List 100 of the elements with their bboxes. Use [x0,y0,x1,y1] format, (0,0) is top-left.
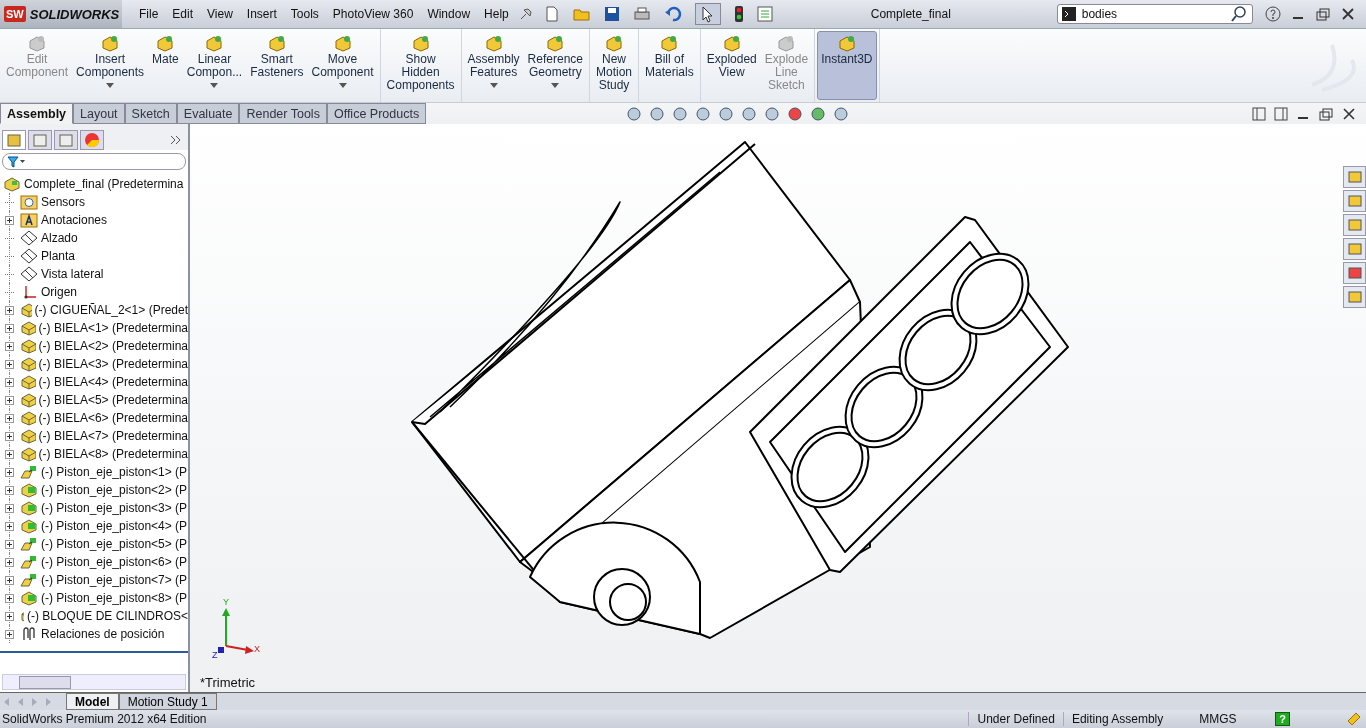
expand-icon[interactable] [5,468,14,477]
tree-item[interactable]: (-) Piston_eje_piston<4> (P [41,519,188,533]
tree-item[interactable]: Origen [41,285,78,299]
tree-item[interactable]: (-) BIELA<4> (Predetermina [38,375,188,389]
tree-item[interactable]: (-) BIELA<6> (Predetermina [38,411,188,425]
expand-icon[interactable] [5,504,14,513]
filter-field[interactable] [2,153,186,170]
tile-icon[interactable] [1252,106,1266,121]
toolbar-button[interactable]: Assembly Features [463,31,524,100]
tab[interactable]: Office Products [326,103,427,124]
toolbar-button[interactable]: Insert Components [72,31,149,100]
expand-icon[interactable] [5,396,14,405]
menu-item[interactable]: Edit [165,7,201,21]
task-pane-button[interactable] [1343,190,1366,212]
toolbar-button[interactable]: Reference Geometry [523,31,587,100]
toolbar-button[interactable]: Move Component [307,31,378,100]
dropdown-arrow-icon[interactable] [551,83,560,88]
task-pane-button[interactable] [1343,166,1366,188]
tab[interactable]: Evaluate [176,103,240,124]
tree-item[interactable]: (-) BIELA<5> (Predetermina [38,393,188,407]
new-document-icon[interactable] [543,6,560,22]
toolbar-button[interactable]: New Motion Study [592,31,636,100]
menu-item[interactable]: Insert [239,7,284,21]
expand-icon[interactable] [5,540,14,549]
menu-item[interactable]: Window [420,7,478,21]
menu-item[interactable]: File [132,7,166,21]
panel-tab[interactable] [2,130,26,150]
menu-item[interactable]: PhotoView 360 [325,7,421,21]
expand-icon[interactable] [5,342,14,351]
expand-icon[interactable] [5,360,14,369]
dropdown-arrow-icon[interactable] [106,83,115,88]
sheet-tab[interactable]: Motion Study 1 [118,693,217,710]
menu-item[interactable]: View [200,7,240,21]
tab[interactable]: Sketch [124,103,177,124]
tree-item[interactable]: (-) CIGUEÑAL_2<1> (Predet [34,303,188,317]
menu-item[interactable]: Help [477,7,516,21]
expand-icon[interactable] [5,612,14,621]
toolbar-button[interactable]: Mate [148,31,183,100]
dropdown-arrow-icon[interactable] [338,83,347,88]
expand-icon[interactable] [5,558,14,567]
tree-item[interactable]: (-) Piston_eje_piston<8> (P [41,591,188,605]
save-icon[interactable] [603,6,620,22]
dropdown-arrow-icon[interactable] [210,83,219,88]
search-field[interactable]: bodies [1056,4,1253,24]
expand-icon[interactable] [5,414,14,423]
tab[interactable]: Render Tools [239,103,327,124]
expand-icon[interactable] [5,324,14,333]
dropdown-arrow-icon[interactable] [489,83,498,88]
tree-item[interactable]: (-) Piston_eje_piston<3> (P [41,501,188,515]
tree-item[interactable]: (-) Piston_eje_piston<1> (P [41,465,188,479]
tree-item[interactable]: (-) BIELA<8> (Predetermina [38,447,188,461]
expand-icon[interactable] [5,522,14,531]
tree-item[interactable]: (-) BIELA<7> (Predetermina [38,429,188,443]
undo-icon[interactable] [663,6,682,22]
expand-icon[interactable] [5,378,14,387]
toolbar-button[interactable]: Smart Fasteners [246,31,308,100]
tree-item[interactable]: (-) Piston_eje_piston<2> (P [41,483,188,497]
task-pane-button[interactable] [1343,286,1366,308]
tree-item[interactable]: (-) BIELA<1> (Predetermina [38,321,188,335]
close-icon[interactable] [1340,7,1355,21]
cursor-icon[interactable] [694,3,721,25]
task-pane-button[interactable] [1343,262,1366,284]
units-selector[interactable]: MMGS [1191,712,1264,726]
task-pane-button[interactable] [1343,238,1366,260]
expand-chevron-icon[interactable] [170,135,182,145]
expand-icon[interactable] [5,306,14,315]
tree-item[interactable]: (-) BIELA<2> (Predetermina [38,339,188,353]
expand-icon[interactable] [5,432,14,441]
tree-item[interactable]: Sensors [41,195,86,209]
tree-item[interactable]: (-) BLOQUE DE CILINDROS< [26,609,188,623]
expand-icon[interactable] [5,630,14,639]
tree-item[interactable]: (-) BIELA<3> (Predetermina [38,357,188,371]
toolbar-button[interactable]: Show Hidden Components [382,31,459,100]
sheet-tab[interactable]: Model [66,693,119,710]
toolbar-button[interactable]: Linear Compon... [182,31,247,100]
options-list-icon[interactable] [756,6,775,22]
tree-item[interactable]: Planta [41,249,76,263]
horizontal-scrollbar[interactable] [2,674,186,690]
restore-icon[interactable] [1314,7,1331,21]
tree-item[interactable]: Alzado [41,231,78,245]
search-icon[interactable] [1229,5,1248,23]
task-pane-button[interactable] [1343,214,1366,236]
tab[interactable]: Layout [73,103,125,124]
toolbar-button[interactable]: Instant3D [817,31,877,100]
expand-icon[interactable] [5,450,14,459]
expand-icon[interactable] [5,576,14,585]
tree-item[interactable]: (-) Piston_eje_piston<5> (P [41,537,188,551]
tab[interactable]: Assembly [0,103,74,124]
expand-icon[interactable] [5,486,14,495]
toolbar-button[interactable]: Exploded View [702,31,761,100]
tile-icon[interactable] [1274,106,1288,121]
traffic-light-icon[interactable] [733,5,744,23]
tree-item[interactable]: Relaciones de posición [41,627,165,641]
panel-tab[interactable] [80,130,104,150]
printer-icon[interactable] [632,6,651,22]
tree-item[interactable]: Vista lateral [41,267,104,281]
menu-item[interactable]: Tools [283,7,326,21]
restore-icon[interactable] [1318,106,1334,121]
tree-item[interactable]: Complete_final (Predetermina [24,177,184,191]
expand-icon[interactable] [5,216,14,225]
